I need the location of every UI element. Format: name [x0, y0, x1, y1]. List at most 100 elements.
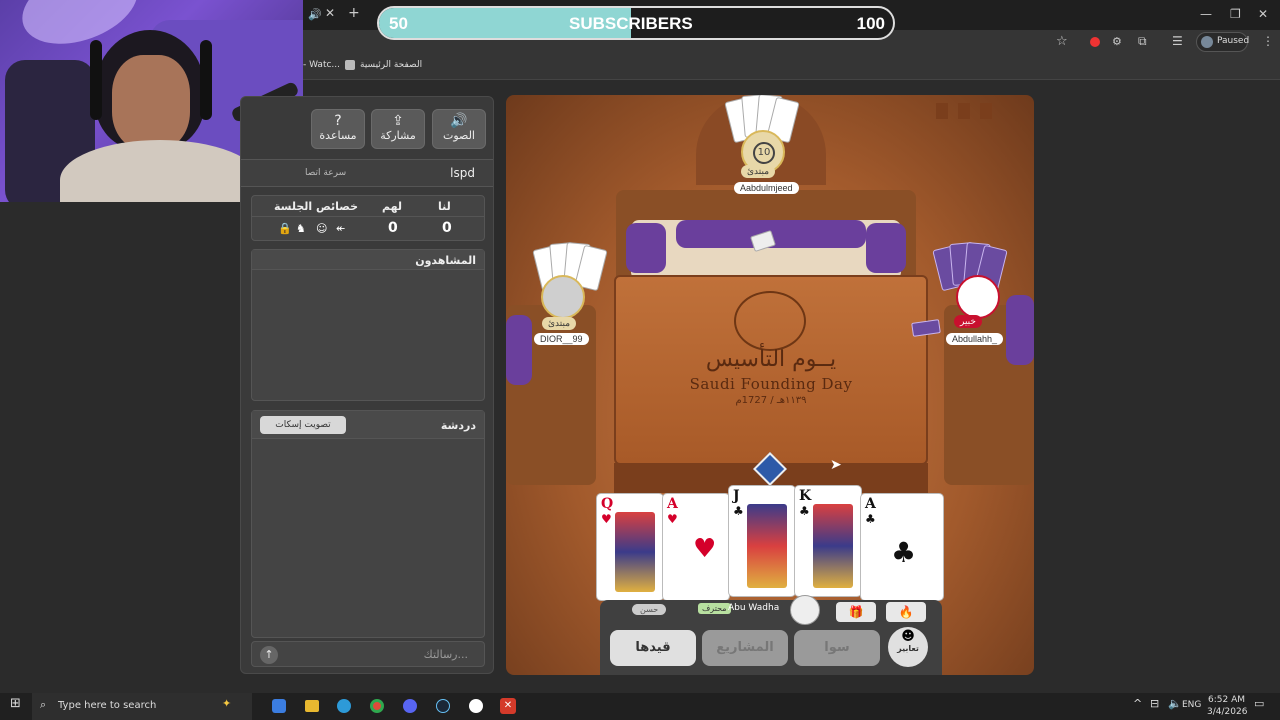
table-title-arabic: يــوم التأسيس — [705, 347, 837, 372]
clock-time[interactable]: 6:52 AM — [1208, 695, 1245, 705]
mute-vote-button[interactable]: تصويت إسكات — [260, 416, 346, 434]
message-placeholder: رسالتك... — [423, 648, 468, 661]
chevron-up-icon[interactable]: ^ — [1133, 697, 1142, 710]
profile-button[interactable]: Paused — [1196, 32, 1250, 52]
menu-icon[interactable]: ⋮ — [1262, 34, 1274, 48]
qaydha-button[interactable]: قيدها — [610, 630, 696, 666]
windows-start-icon[interactable]: ⊞ — [10, 696, 21, 711]
obs-icon[interactable] — [469, 699, 483, 713]
card-rank: A — [667, 496, 678, 512]
chat-box: دردشة تصويت إسكات — [251, 410, 485, 638]
hand-card[interactable]: K ♣ — [794, 485, 862, 597]
speaker-icon: 🔊 — [308, 8, 322, 21]
close-window-button[interactable]: ✕ — [1258, 7, 1268, 21]
card-rank: A — [865, 496, 876, 512]
star-icon[interactable]: ☆ — [1056, 34, 1068, 49]
avatar — [1201, 36, 1213, 48]
edge-icon[interactable] — [337, 699, 351, 713]
profile-label: Paused — [1217, 36, 1250, 46]
jack-figure — [747, 504, 787, 588]
folder-icon[interactable] — [305, 700, 319, 712]
taskbar-search[interactable]: ⌕ Type here to search — [32, 693, 252, 720]
message-input[interactable]: ↑ رسالتك... — [251, 641, 485, 667]
minimize-button[interactable]: — — [1200, 7, 1212, 21]
clock-date[interactable]: 3/4/2026 — [1207, 707, 1247, 717]
fire-icon[interactable]: 🔥 — [886, 602, 926, 622]
card-rank: J — [733, 488, 740, 504]
tab-label[interactable]: - Watc... — [303, 60, 340, 70]
top-player-badge: مبتدئ — [741, 165, 776, 178]
table-date: ١١٣٩هـ / 1727م — [735, 395, 807, 406]
heart-icon: ♥ — [601, 512, 612, 526]
emotes-button[interactable]: ☻ تعابير — [888, 627, 928, 667]
heart-icon: ♥ — [693, 534, 717, 564]
gift-icon[interactable]: 🎁 — [836, 602, 876, 622]
hand-card[interactable]: Q ♥ — [596, 493, 664, 601]
copilot-icon[interactable] — [272, 699, 286, 713]
window — [958, 103, 970, 119]
extension-icon[interactable]: ⚙ — [1112, 35, 1122, 48]
record-extension-icon[interactable] — [1090, 37, 1100, 47]
search-icon: ⌕ — [40, 698, 47, 711]
steam-icon[interactable] — [436, 699, 450, 713]
spectators-label: المشاهدون — [415, 254, 476, 267]
help-button[interactable]: ? مساعدة — [311, 109, 365, 149]
chrome-icon[interactable] — [370, 699, 384, 713]
chat-header: دردشة تصويت إسكات — [252, 411, 484, 439]
right-player-avatar[interactable] — [956, 275, 1000, 319]
hand-card[interactable]: J ♣ — [728, 485, 796, 597]
bookmark-icon — [345, 60, 355, 70]
tab-close-icon[interactable]: ✕ — [325, 6, 335, 20]
restore-button[interactable]: ❐ — [1230, 7, 1241, 21]
new-tab-button[interactable]: + — [348, 5, 360, 21]
left-player-avatar[interactable] — [541, 275, 585, 319]
table-emblem — [734, 291, 806, 351]
turn-timer: 10 — [753, 142, 775, 164]
face — [112, 55, 190, 150]
hand-card[interactable]: A ♣ ♣ — [860, 493, 944, 601]
queen-figure — [615, 512, 655, 592]
king-figure — [813, 504, 853, 588]
session-props-label: خصائص الجلسة — [274, 200, 359, 213]
lock-icon: 🔒 — [278, 222, 292, 235]
volume-icon[interactable]: 🔈 — [1168, 697, 1182, 710]
horse-icon: ♞ — [296, 222, 306, 235]
share-button[interactable]: ⇪ مشاركة — [371, 109, 425, 149]
right-played-card — [911, 319, 941, 337]
puzzle-icon[interactable]: ⧉ — [1138, 34, 1147, 49]
projects-button[interactable]: المشاريع — [702, 630, 788, 666]
discord-icon[interactable] — [403, 699, 417, 713]
sawa-button[interactable]: سوا — [794, 630, 880, 666]
self-level-badge: حسن — [632, 604, 667, 615]
self-avatar[interactable] — [790, 595, 820, 625]
sound-button[interactable]: 🔊 الصوت — [432, 109, 486, 149]
send-arrow-icon[interactable]: ↑ — [260, 646, 278, 664]
self-name: Abu Wadha — [728, 603, 780, 613]
sub-start-count: 50 — [389, 14, 408, 33]
arrow-icon: ↞ — [336, 222, 346, 235]
window — [980, 103, 992, 119]
network-icon[interactable]: ⊟ — [1150, 697, 1159, 710]
right-player-name: Abdullahh_ — [946, 333, 1004, 345]
room-info-row: lspd سرعة اتصا — [241, 159, 493, 187]
share-icon: ⇪ — [392, 113, 404, 129]
app-close-icon[interactable]: ✕ — [500, 698, 516, 714]
room-name: lspd — [450, 166, 475, 180]
club-icon: ♣ — [865, 512, 876, 526]
windows-taskbar: ⊞ ⌕ Type here to search ✦ ✕ ^ ⊟ 🔈 ENG 6:… — [0, 693, 1280, 720]
them-label: لهم — [382, 200, 403, 213]
subscriber-goal-bar: 50 SUBSCRIBERS 100 — [377, 6, 895, 40]
speaker-icon: 🔊 — [450, 113, 468, 129]
top-player-name: Aabdulmjeed — [734, 182, 799, 194]
bookmark-home[interactable]: الصفحة الرئيسية — [360, 60, 422, 70]
notification-icon[interactable]: ▭ — [1254, 697, 1264, 710]
us-score: 0 — [442, 220, 452, 236]
language-indicator[interactable]: ENG — [1182, 700, 1201, 710]
left-player-badge: مبتدئ — [542, 317, 577, 330]
reading-list-icon[interactable]: ☰ — [1172, 34, 1183, 48]
cushion — [866, 223, 906, 273]
sparkle-icon[interactable]: ✦ — [222, 697, 231, 710]
card-rank: Q — [601, 496, 614, 512]
hand-card[interactable]: A ♥ ♥ — [662, 493, 730, 601]
chat-label: دردشة — [440, 419, 476, 432]
